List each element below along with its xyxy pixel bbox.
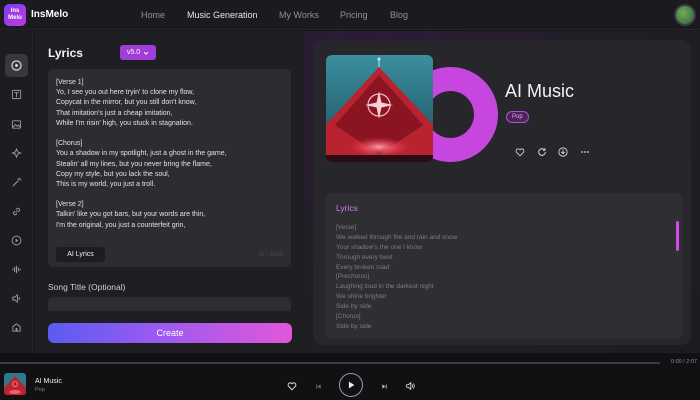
lyric-line: I'm the original, you just a counterfeit… bbox=[56, 221, 186, 229]
generated-lyric-line: Through every twist bbox=[336, 253, 393, 261]
model-version-select[interactable]: v5.0 bbox=[120, 45, 156, 60]
disc-icon[interactable] bbox=[5, 54, 28, 77]
generated-lyric-line: Your shadow's the one I know bbox=[336, 243, 422, 251]
genre-badge: Pop bbox=[506, 111, 529, 123]
heart-icon[interactable] bbox=[286, 380, 298, 392]
lyrics-heading: Lyrics bbox=[48, 46, 83, 60]
sparkle-icon[interactable] bbox=[5, 142, 28, 165]
character-count: 1k / 5000 bbox=[258, 252, 283, 258]
player-song-genre: Pop bbox=[35, 387, 45, 393]
nav-my-works[interactable]: My Works bbox=[279, 10, 319, 20]
progress-bar[interactable] bbox=[0, 362, 660, 364]
nav-pricing[interactable]: Pricing bbox=[340, 10, 368, 20]
lyric-line: Copy my style, but you lack the soul, bbox=[56, 170, 170, 178]
generated-lyric-line: [Prechorus] bbox=[336, 273, 370, 281]
lyric-line: You a shadow in my spotlight, just a gho… bbox=[56, 150, 227, 158]
waveform-icon[interactable] bbox=[5, 258, 28, 281]
image-icon[interactable] bbox=[5, 113, 28, 136]
song-title-label: Song Title (Optional) bbox=[48, 282, 126, 292]
lyric-line: Talkin' like you got bars, but your word… bbox=[56, 211, 206, 219]
chevron-down-icon bbox=[143, 51, 149, 55]
nav-blog[interactable]: Blog bbox=[390, 10, 408, 20]
song-title: AI Music bbox=[505, 81, 575, 101]
generated-lyric-line: Side by side bbox=[336, 322, 372, 330]
lyrics-doc-icon[interactable] bbox=[5, 83, 28, 106]
volume-icon[interactable] bbox=[403, 379, 416, 392]
player-song-title: AI Music bbox=[35, 378, 62, 385]
user-avatar[interactable] bbox=[674, 4, 696, 26]
play-icon bbox=[348, 381, 355, 389]
lyrics-textarea[interactable]: [Verse 1] Yo, I see you out here tryin' … bbox=[48, 69, 291, 267]
lyrics-scrollbar[interactable] bbox=[676, 221, 679, 251]
magic-wand-icon[interactable] bbox=[5, 171, 28, 194]
nav-home[interactable]: Home bbox=[141, 10, 165, 20]
song-title-input[interactable] bbox=[48, 297, 291, 311]
tool-sidebar bbox=[0, 31, 33, 353]
generated-lyric-line: Every broken road bbox=[336, 263, 390, 271]
generated-lyrics-panel[interactable]: Lyrics [Verse] We walked through fire an… bbox=[325, 193, 683, 339]
volume-icon[interactable] bbox=[5, 287, 28, 310]
lyric-line: [Chorus] bbox=[56, 140, 83, 148]
lyric-line: This is my world, you just a troll. bbox=[56, 180, 156, 188]
generated-lyric-line: Side by side bbox=[336, 303, 372, 311]
model-version-label: v5.0 bbox=[126, 49, 141, 56]
lyric-line: Copycat in the mirror, but you still don… bbox=[56, 99, 197, 107]
top-navigation-bar: Ins Melo InsMelo Home Music Generation M… bbox=[0, 0, 700, 30]
generated-lyric-line: Laughing loud in the darkest night bbox=[336, 283, 434, 291]
lyric-line: While I'm risin' high, you stuck in stag… bbox=[56, 119, 193, 127]
studio-icon[interactable] bbox=[5, 316, 28, 339]
download-icon[interactable] bbox=[556, 145, 569, 158]
nav-music-generation[interactable]: Music Generation bbox=[187, 10, 258, 20]
more-icon[interactable] bbox=[578, 145, 591, 158]
generated-lyric-line: We walked through fire and rain and snow bbox=[336, 233, 458, 241]
remix-icon[interactable] bbox=[535, 145, 548, 158]
lyric-line: Stealin' all my lines, but you never bri… bbox=[56, 160, 212, 168]
generated-lyric-line: [Chorus] bbox=[336, 313, 361, 321]
link-icon[interactable] bbox=[5, 200, 28, 223]
main-nav: Home Music Generation My Works Pricing B… bbox=[0, 10, 700, 22]
lyrics-editor-panel: Lyrics v5.0 [Verse 1] Yo, I see you out … bbox=[34, 31, 304, 353]
lyric-line bbox=[56, 190, 283, 200]
create-button[interactable]: Create bbox=[48, 323, 292, 343]
generated-lyrics-heading: Lyrics bbox=[336, 203, 358, 213]
lyric-line: Yo, I see you out here tryin' to clone m… bbox=[56, 89, 195, 97]
play-circle-icon[interactable] bbox=[5, 229, 28, 252]
player-cover-thumbnail[interactable] bbox=[4, 373, 26, 395]
song-result-card: AI Music Pop Lyrics [Verse] We walked th… bbox=[313, 40, 691, 345]
previous-track-icon[interactable] bbox=[313, 381, 323, 391]
heart-icon[interactable] bbox=[513, 145, 526, 158]
result-panel: AI Music Pop Lyrics [Verse] We walked th… bbox=[304, 31, 700, 353]
song-cover-art[interactable] bbox=[326, 55, 433, 162]
next-track-icon[interactable] bbox=[379, 381, 389, 391]
lyric-line: That imitation's just a cheap imitation, bbox=[56, 109, 173, 117]
playback-time: 0:00 / 2:07 bbox=[671, 359, 697, 365]
lyric-line: [Verse 2] bbox=[56, 201, 84, 209]
play-button[interactable] bbox=[339, 373, 363, 397]
lyric-line: [Verse 1] bbox=[56, 79, 84, 86]
generated-lyric-line: [Verse] bbox=[336, 224, 357, 231]
generated-lyric-line: We shine brighter bbox=[336, 293, 387, 301]
ai-lyrics-button[interactable]: AI Lyrics bbox=[56, 247, 105, 262]
bottom-player: 0:00 / 2:07 AI Music Pop bbox=[0, 353, 700, 400]
lyric-line bbox=[56, 129, 283, 139]
